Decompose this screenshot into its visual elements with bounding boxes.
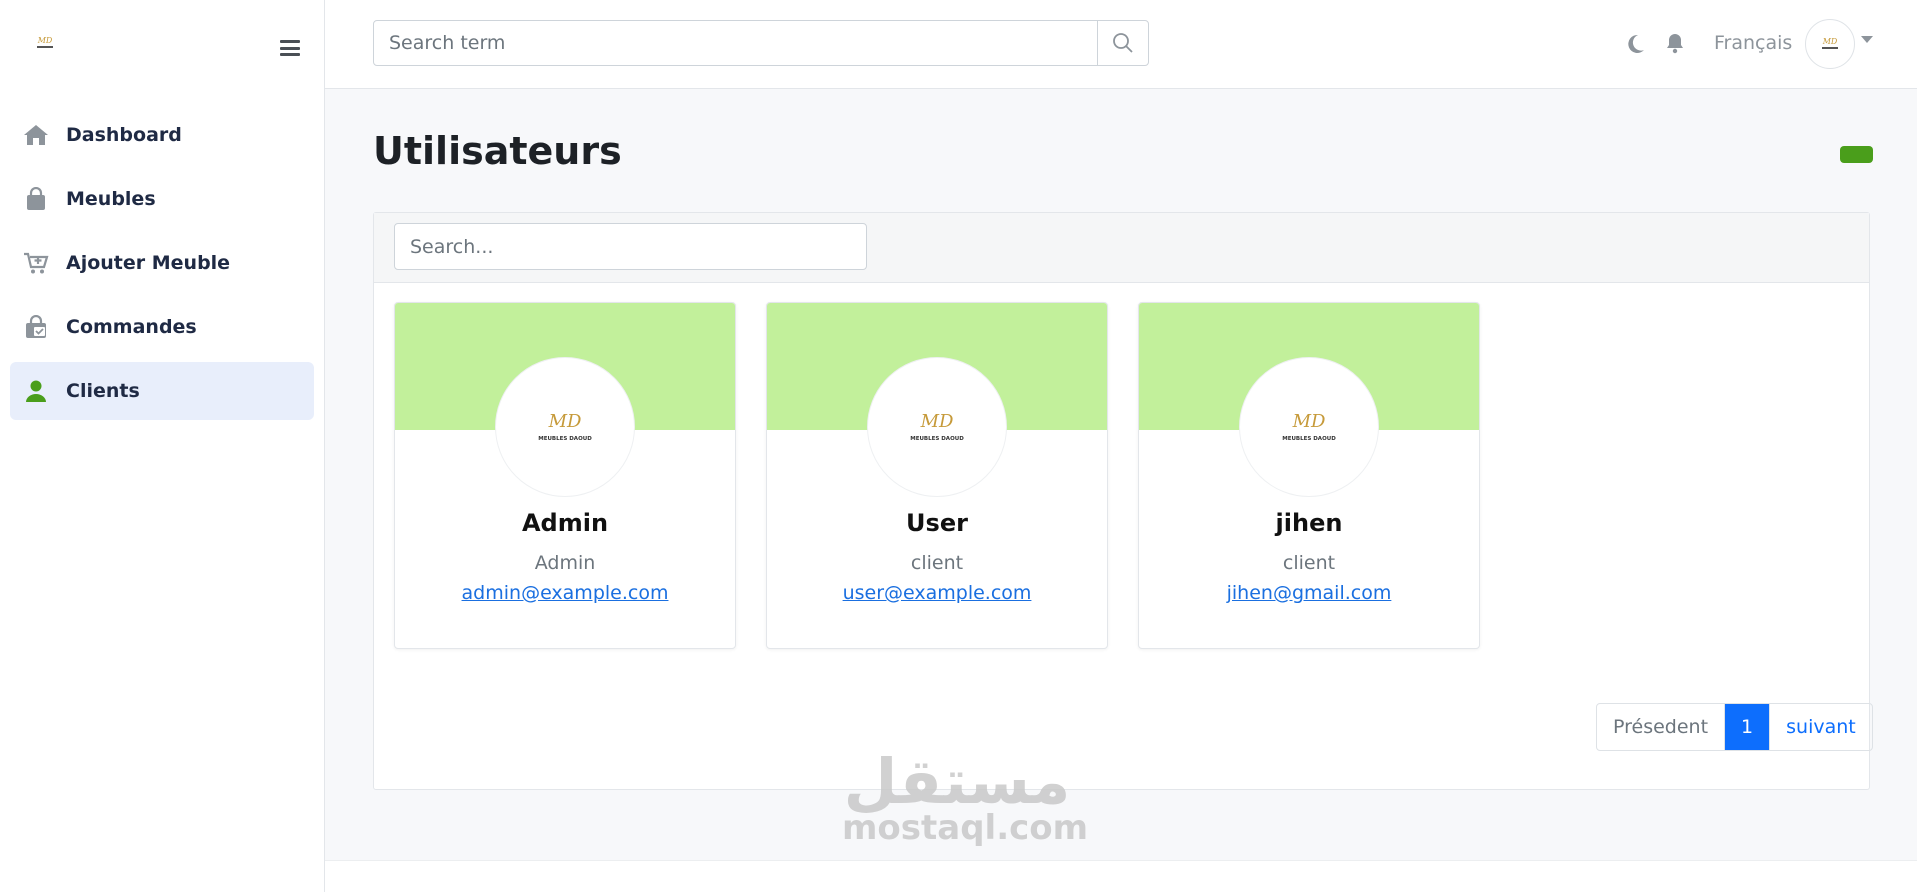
svg-text:MD: MD xyxy=(1822,37,1838,46)
footer xyxy=(325,860,1917,893)
sidebar-item-commandes[interactable]: Commandes xyxy=(10,298,314,356)
menu-icon xyxy=(280,40,300,43)
sidebar-toggle-button[interactable] xyxy=(280,40,300,56)
sidebar-item-label: Clients xyxy=(66,380,140,402)
users-search-input[interactable] xyxy=(394,223,867,270)
brand-logo[interactable]: MD xyxy=(34,34,56,52)
user-email-link[interactable]: user@example.com xyxy=(767,582,1107,604)
sidebar-nav: Dashboard Meubles Ajouter Meuble Command… xyxy=(10,106,314,426)
watermark-arabic: مستقل xyxy=(843,745,1071,818)
logo-icon: MD xyxy=(1822,37,1838,49)
user-role: Admin xyxy=(534,552,596,574)
cart-plus-icon xyxy=(22,251,50,275)
logo-icon: MD MEUBLES DAOUD xyxy=(538,411,592,442)
user-icon xyxy=(22,379,50,403)
global-search xyxy=(373,20,1149,66)
search-input[interactable] xyxy=(374,21,1097,65)
user-name: User xyxy=(906,509,968,537)
logo-icon: MD xyxy=(37,36,53,48)
pagination: Présedent 1 suivant xyxy=(1596,703,1873,751)
user-avatar: MD MEUBLES DAOUD xyxy=(867,357,1007,497)
watermark: مستقل mostaql.com xyxy=(842,745,1089,848)
shopping-bag-icon xyxy=(22,187,50,211)
notification-bell-icon[interactable] xyxy=(1664,32,1686,54)
user-role: client xyxy=(910,552,964,574)
logo-icon: MD MEUBLES DAOUD xyxy=(910,411,964,442)
previous-page-button[interactable]: Présedent xyxy=(1597,704,1726,750)
user-name: Admin xyxy=(521,509,609,537)
user-avatar: MD MEUBLES DAOUD xyxy=(495,357,635,497)
svg-text:MEUBLES DAOUD: MEUBLES DAOUD xyxy=(538,436,592,442)
user-avatar: MD MEUBLES DAOUD xyxy=(1239,357,1379,497)
panel-header xyxy=(374,213,1869,283)
add-user-button[interactable] xyxy=(1840,146,1873,163)
page-1-button[interactable]: 1 xyxy=(1725,704,1770,750)
sidebar-item-label: Commandes xyxy=(66,316,197,338)
sidebar-item-label: Ajouter Meuble xyxy=(66,252,231,274)
chevron-down-icon[interactable] xyxy=(1861,36,1873,43)
sidebar-item-label: Meubles xyxy=(66,188,156,210)
users-panel: MD MEUBLES DAOUD Admin Admin admin@examp… xyxy=(373,212,1873,790)
user-email-link[interactable]: jihen@gmail.com xyxy=(1139,582,1479,604)
search-button[interactable] xyxy=(1097,21,1148,65)
user-email-link[interactable]: admin@example.com xyxy=(395,582,735,604)
user-card[interactable]: MD MEUBLES DAOUD User client user@exampl… xyxy=(766,302,1108,649)
svg-text:MD: MD xyxy=(920,411,954,432)
watermark-latin: mostaql.com xyxy=(842,808,1089,848)
language-selector[interactable]: Français xyxy=(1714,32,1792,54)
shopping-bag-check-icon xyxy=(22,315,50,339)
sidebar-item-ajouter-meuble[interactable]: Ajouter Meuble xyxy=(10,234,314,292)
sidebar: MD Dashboard Meubles Ajouter Meuble Comm… xyxy=(0,0,325,892)
svg-text:MD: MD xyxy=(1292,411,1326,432)
main-content: Utilisateurs MD MEUBLES DAOUD Admin Admi… xyxy=(325,89,1917,860)
sidebar-item-label: Dashboard xyxy=(66,124,182,146)
user-name: jihen xyxy=(1275,509,1343,537)
user-card[interactable]: MD MEUBLES DAOUD jihen client jihen@gmai… xyxy=(1138,302,1480,649)
sidebar-item-clients[interactable]: Clients xyxy=(10,362,314,420)
profile-avatar[interactable]: MD xyxy=(1805,19,1855,69)
home-icon xyxy=(22,123,50,147)
svg-text:MD: MD xyxy=(37,36,53,45)
search-icon xyxy=(1113,33,1133,53)
svg-text:MEUBLES DAOUD: MEUBLES DAOUD xyxy=(910,436,964,442)
page-title: Utilisateurs xyxy=(373,129,622,173)
svg-text:MEUBLES DAOUD: MEUBLES DAOUD xyxy=(1282,436,1336,442)
user-card[interactable]: MD MEUBLES DAOUD Admin Admin admin@examp… xyxy=(394,302,736,649)
user-role: client xyxy=(1282,552,1336,574)
dark-mode-toggle-icon[interactable] xyxy=(1624,33,1646,55)
logo-icon: MD MEUBLES DAOUD xyxy=(1282,411,1336,442)
sidebar-item-dashboard[interactable]: Dashboard xyxy=(10,106,314,164)
next-page-button[interactable]: suivant xyxy=(1769,704,1872,750)
sidebar-item-meubles[interactable]: Meubles xyxy=(10,170,314,228)
svg-text:MD: MD xyxy=(548,411,582,432)
